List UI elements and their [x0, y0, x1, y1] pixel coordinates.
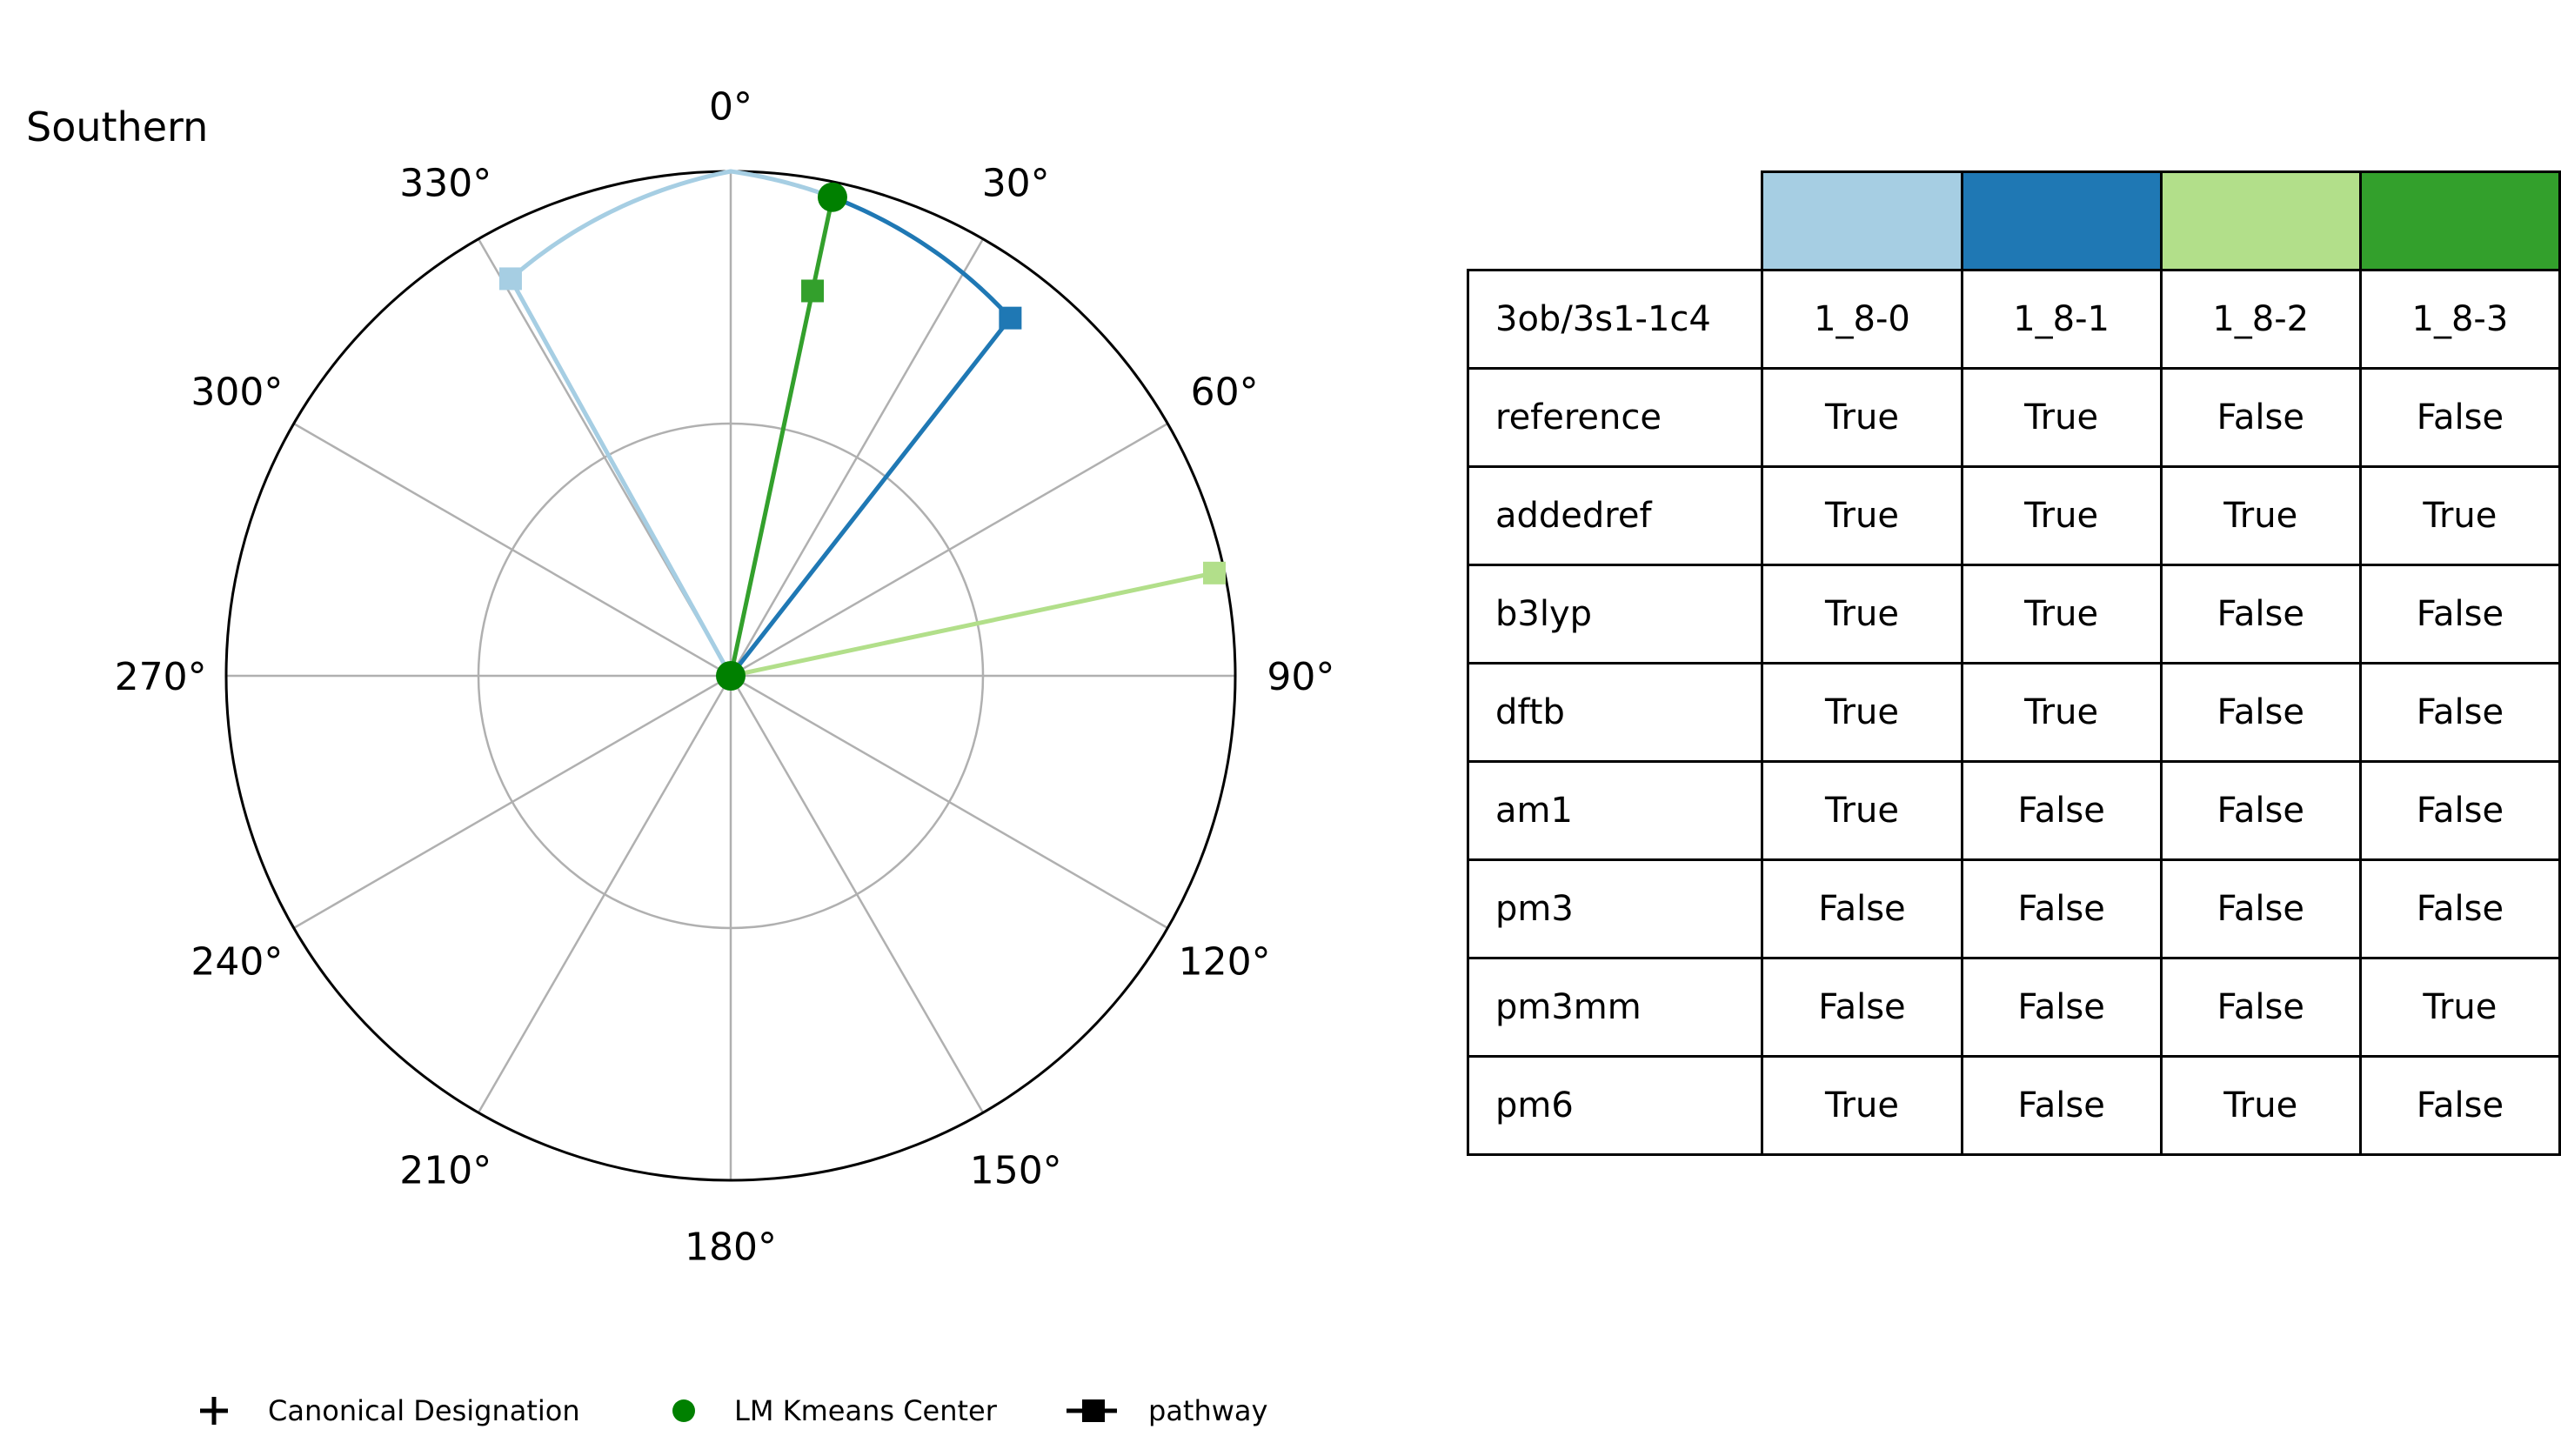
row-name: reference	[1466, 367, 1764, 468]
angle-tick-label: 150°	[970, 1149, 1062, 1193]
pathway-square-marker	[498, 267, 522, 291]
angle-tick-label: 60°	[1191, 370, 1259, 414]
header-color-swatch	[2358, 170, 2561, 271]
cell-value: True	[2358, 465, 2561, 566]
cell-value: True	[2159, 1055, 2362, 1156]
table-row: pm6 True False True False	[1466, 1055, 2561, 1156]
table-row: reference True True False False	[1466, 367, 2561, 468]
angle-tick-label: 30°	[982, 161, 1050, 205]
cell-value: False	[2159, 662, 2362, 763]
cell-value: False	[1960, 957, 2163, 1058]
method-table: 3ob/3s1-1c4 1_8-0 1_8-1 1_8-2 1_8-3 refe…	[1466, 170, 2561, 1156]
cell-value: False	[1960, 760, 2163, 861]
pathway-square-marker	[1202, 561, 1226, 584]
cell-value: False	[1761, 957, 1963, 1058]
legend-canonical-plus-icon	[200, 1397, 228, 1425]
cell-value: True	[1761, 1055, 1963, 1156]
cell-value: False	[1761, 858, 1963, 959]
table-row: pm3 False False False False	[1466, 858, 2561, 959]
legend-canonical-label: Canonical Designation	[268, 1394, 580, 1427]
cell-value: False	[2159, 564, 2362, 665]
cell-value: False	[2159, 858, 2362, 959]
chart-title: Southern	[26, 104, 208, 150]
table-header-row	[1468, 170, 2561, 271]
angle-tick-label: 180°	[685, 1225, 777, 1269]
cell-value: False	[2159, 957, 2362, 1058]
angle-tick-label: 270°	[115, 655, 207, 699]
row-name: addedref	[1466, 465, 1764, 566]
row-name: pm3mm	[1466, 957, 1764, 1058]
angle-tick-label: 330°	[399, 161, 491, 205]
cell-value: True	[1761, 367, 1963, 468]
pathway-square-marker	[801, 279, 825, 303]
legend-pathway-label: pathway	[1148, 1394, 1267, 1427]
row-name: am1	[1466, 760, 1764, 861]
cell-value: 1_8-0	[1761, 269, 1963, 370]
legend-pathway-line-icon	[1067, 1399, 1117, 1422]
angle-tick-label: 210°	[399, 1149, 491, 1193]
cell-value: False	[2358, 662, 2561, 763]
pathway-line	[728, 197, 835, 677]
cell-value: True	[2358, 957, 2561, 1058]
cell-value: True	[1761, 760, 1963, 861]
header-color-swatch	[1960, 170, 2163, 271]
cell-value: True	[1960, 564, 2163, 665]
cell-value: True	[1761, 465, 1963, 566]
kmeans-center-marker	[716, 661, 746, 691]
cell-value: True	[1761, 564, 1963, 665]
cell-value: False	[2358, 1055, 2561, 1156]
angle-tick-label: 300°	[191, 370, 283, 414]
cell-value: 1_8-3	[2358, 269, 2561, 370]
pathway-line	[730, 571, 1215, 678]
kmeans-center-marker	[817, 182, 847, 212]
header-color-swatch	[2159, 170, 2362, 271]
table-row: pm3mm False False False True	[1466, 957, 2561, 1058]
row-name: 3ob/3s1-1c4	[1466, 269, 1764, 370]
angle-tick-label: 240°	[191, 940, 283, 985]
angle-tick-label: 90°	[1267, 655, 1334, 699]
table-row: dftb True True False False	[1466, 662, 2561, 763]
legend: Canonical Designation LM Kmeans Center p…	[200, 1394, 1267, 1427]
angle-tick-label: 120°	[1179, 940, 1271, 985]
row-name: pm3	[1466, 858, 1764, 959]
table-row: am1 True False False False	[1466, 760, 2561, 861]
table-row: b3lyp True True False False	[1466, 564, 2561, 665]
angle-tick-label: 0°	[709, 85, 752, 130]
cell-value: False	[2358, 858, 2561, 959]
cell-value: False	[2358, 367, 2561, 468]
table-row: 3ob/3s1-1c4 1_8-0 1_8-1 1_8-2 1_8-3	[1466, 269, 2561, 370]
row-name: b3lyp	[1466, 564, 1764, 665]
cell-value: False	[2159, 367, 2362, 468]
legend-kmeans-circle-icon	[672, 1399, 695, 1422]
cell-value: False	[1960, 1055, 2163, 1156]
cell-value: False	[2358, 760, 2561, 861]
pathway-square-marker	[999, 306, 1022, 330]
legend-kmeans-label: LM Kmeans Center	[734, 1394, 998, 1427]
cell-value: True	[1960, 367, 2163, 468]
cell-value: 1_8-1	[1960, 269, 2163, 370]
row-name: dftb	[1466, 662, 1764, 763]
cell-value: 1_8-2	[2159, 269, 2362, 370]
row-name: pm6	[1466, 1055, 1764, 1156]
cell-value: True	[1761, 662, 1963, 763]
cell-value: False	[1960, 858, 2163, 959]
table-corner	[1468, 172, 1762, 270]
cell-value: True	[2159, 465, 2362, 566]
cell-value: False	[2358, 564, 2561, 665]
cell-value: True	[1960, 465, 2163, 566]
cell-value: False	[2159, 760, 2362, 861]
table-row: addedref True True True True	[1466, 465, 2561, 566]
header-color-swatch	[1761, 170, 1963, 271]
polar-chart: 0° 30° 60° 90° 120° 150° 180° 210° 240° 270° 300° 3…	[26, 85, 1334, 1427]
cell-value: True	[1960, 662, 2163, 763]
